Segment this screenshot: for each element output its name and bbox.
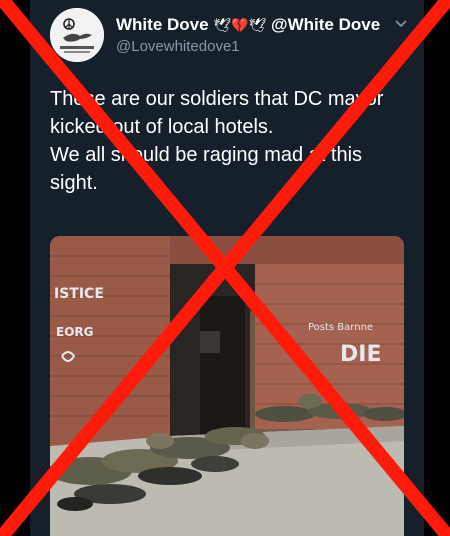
avatar[interactable] [50, 8, 104, 62]
chevron-down-icon[interactable] [394, 18, 408, 30]
dove-emoji-icon: 🕊 [213, 17, 232, 33]
graffiti-text: Posts Barnne [308, 322, 373, 333]
broken-heart-emoji-icon: 💔 [231, 17, 249, 33]
tweet-photo[interactable]: ISTICE EORG Posts Barnne DIE [50, 236, 404, 536]
display-name-text: White Dove [116, 15, 209, 34]
user-handle[interactable]: @Lovewhitedove1 [116, 38, 240, 55]
tweet-card: White Dove 🕊💔🕊 @White Dove @Lovewhitedov… [30, 0, 424, 536]
display-name[interactable]: White Dove 🕊💔🕊 @White Dove [116, 15, 380, 35]
graffiti-text: EORG [56, 325, 94, 339]
tweet-text: These are our soldiers that DC mayor kic… [50, 88, 384, 194]
graffiti-text: DIE [340, 342, 381, 367]
dove-emoji-icon: 🕊 [248, 17, 267, 33]
white-dove-avatar-icon [50, 8, 104, 62]
graffiti-text: ISTICE [54, 286, 104, 302]
display-name-suffix: @White Dove [271, 15, 381, 34]
soldiers-resting-photo: ISTICE EORG Posts Barnne DIE [50, 236, 404, 536]
